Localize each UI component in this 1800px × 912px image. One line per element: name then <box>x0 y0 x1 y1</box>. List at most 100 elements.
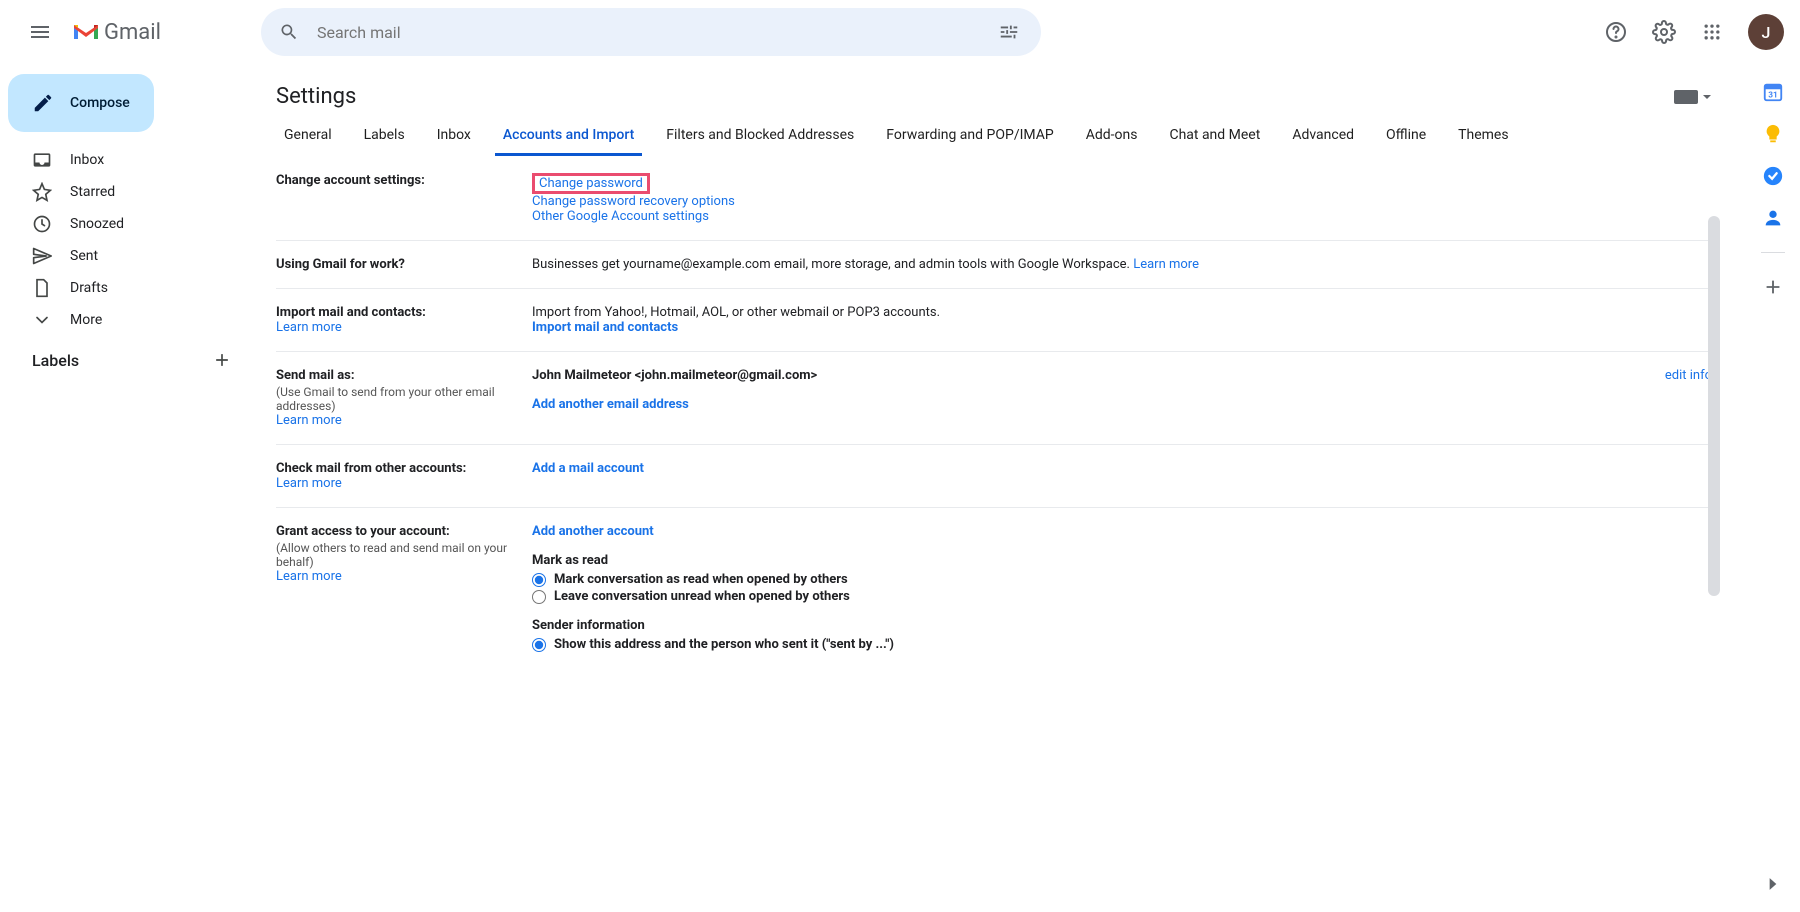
mark-read-radio-1[interactable] <box>532 573 546 587</box>
scrollbar-thumb[interactable] <box>1708 216 1720 596</box>
gmail-logo[interactable]: Gmail <box>72 20 161 45</box>
recovery-options-link[interactable]: Change password recovery options <box>532 194 735 209</box>
scrollbar-track[interactable] <box>1708 216 1720 912</box>
add-email-link[interactable]: Add another email address <box>532 397 689 412</box>
help-icon <box>1604 20 1628 44</box>
compose-button[interactable]: Compose <box>8 74 154 132</box>
section-label: Import mail and contacts: Learn more <box>276 305 532 335</box>
main-menu-button[interactable] <box>16 8 64 56</box>
sidebar-item-sent[interactable]: Sent <box>8 240 248 272</box>
tab-filters-and-blocked-addresses[interactable]: Filters and Blocked Addresses <box>658 117 862 156</box>
tab-inbox[interactable]: Inbox <box>429 117 479 156</box>
sidebar-item-label: More <box>70 312 102 328</box>
mark-read-opt2-label: Leave conversation unread when opened by… <box>554 589 850 604</box>
tab-add-ons[interactable]: Add-ons <box>1078 117 1146 156</box>
rail-separator <box>1761 252 1785 253</box>
edit-info-link[interactable]: edit info <box>1665 368 1712 383</box>
work-learn-more-link[interactable]: Learn more <box>1133 257 1199 272</box>
tab-forwarding-and-pop-imap[interactable]: Forwarding and POP/IMAP <box>878 117 1061 156</box>
account-avatar[interactable]: J <box>1748 14 1784 50</box>
section-label: Grant access to your account: (Allow oth… <box>276 524 532 654</box>
add-label-button[interactable] <box>212 350 232 370</box>
tune-icon <box>998 21 1020 43</box>
tab-themes[interactable]: Themes <box>1450 117 1516 156</box>
sidebar-item-label: Starred <box>70 184 115 200</box>
mark-read-radio-2[interactable] <box>532 590 546 604</box>
inbox-icon <box>32 150 52 170</box>
settings-header: Settings <box>256 66 1732 117</box>
sender-opt1-label: Show this address and the person who sen… <box>554 637 894 652</box>
import-action-link[interactable]: Import mail and contacts <box>532 320 678 335</box>
other-settings-link[interactable]: Other Google Account settings <box>532 209 709 224</box>
search-button[interactable] <box>269 12 309 52</box>
dropdown-arrow-icon <box>1702 92 1712 102</box>
send-as-identity: John Mailmeteor <john.mailmeteor@gmail.c… <box>532 368 817 383</box>
tasks-icon <box>1762 165 1784 187</box>
section-content: Change password Change password recovery… <box>532 173 1712 224</box>
tab-advanced[interactable]: Advanced <box>1284 117 1362 156</box>
settings-panel: Settings General Labels Inbox Accounts and … <box>256 66 1732 912</box>
tab-offline[interactable]: Offline <box>1378 117 1434 156</box>
sidebar-item-label: Sent <box>70 248 98 264</box>
section-content: Import from Yahoo!, Hotmail, AOL, or oth… <box>532 305 1712 335</box>
compose-label: Compose <box>70 95 130 111</box>
tab-accounts-and-import[interactable]: Accounts and Import <box>495 117 642 156</box>
tab-general[interactable]: General <box>276 117 340 156</box>
add-mail-account-link[interactable]: Add a mail account <box>532 461 644 476</box>
tasks-app-button[interactable] <box>1761 164 1785 188</box>
hide-panel-button[interactable] <box>1761 872 1785 896</box>
send-as-label: Send mail as: <box>276 368 532 383</box>
settings-button[interactable] <box>1644 12 1684 52</box>
sidebar-item-drafts[interactable]: Drafts <box>8 272 248 304</box>
section-change-account: Change account settings: Change password… <box>276 157 1712 241</box>
grant-label: Grant access to your account: <box>276 524 532 539</box>
import-learn-more-link[interactable]: Learn more <box>276 320 342 335</box>
mark-read-option-1[interactable]: Mark conversation as read when opened by… <box>532 572 1712 587</box>
clock-icon <box>32 214 52 234</box>
work-text: Businesses get yourname@example.com emai… <box>532 257 1133 272</box>
gmail-logo-icon <box>72 21 100 43</box>
header: Gmail J <box>0 0 1800 64</box>
contacts-app-button[interactable] <box>1761 206 1785 230</box>
tab-labels[interactable]: Labels <box>356 117 413 156</box>
import-text: Import from Yahoo!, Hotmail, AOL, or oth… <box>532 305 1712 320</box>
sidebar-item-label: Drafts <box>70 280 108 296</box>
add-app-button[interactable] <box>1761 275 1785 299</box>
highlight-box: Change password <box>532 173 650 194</box>
add-account-link[interactable]: Add another account <box>532 524 654 539</box>
sidebar-item-label: Snoozed <box>70 216 124 232</box>
sidebar-item-starred[interactable]: Starred <box>8 176 248 208</box>
apps-button[interactable] <box>1692 12 1732 52</box>
mark-read-title: Mark as read <box>532 553 1712 568</box>
sender-option-1[interactable]: Show this address and the person who sen… <box>532 637 1712 652</box>
plus-icon <box>212 350 232 370</box>
check-mail-learn-more-link[interactable]: Learn more <box>276 476 342 491</box>
change-password-link[interactable]: Change password <box>539 176 643 191</box>
keep-app-button[interactable] <box>1761 122 1785 146</box>
search-input[interactable] <box>309 23 989 42</box>
tab-chat-and-meet[interactable]: Chat and Meet <box>1161 117 1268 156</box>
grant-learn-more-link[interactable]: Learn more <box>276 569 342 584</box>
send-as-learn-more-link[interactable]: Learn more <box>276 413 342 428</box>
sidebar-item-more[interactable]: More <box>8 304 248 336</box>
search-options-button[interactable] <box>989 12 1029 52</box>
import-label: Import mail and contacts: <box>276 305 532 320</box>
settings-title: Settings <box>276 84 356 109</box>
labels-header-text: Labels <box>32 351 79 370</box>
check-mail-label: Check mail from other accounts: <box>276 461 532 476</box>
support-button[interactable] <box>1596 12 1636 52</box>
calendar-app-button[interactable]: 31 <box>1761 80 1785 104</box>
section-import: Import mail and contacts: Learn more Imp… <box>276 289 1712 352</box>
hamburger-icon <box>28 20 52 44</box>
search-bar <box>261 8 1041 56</box>
input-tools-button[interactable] <box>1674 90 1712 104</box>
chevron-right-icon <box>1763 874 1783 894</box>
sidebar-item-snoozed[interactable]: Snoozed <box>8 208 248 240</box>
section-check-mail: Check mail from other accounts: Learn mo… <box>276 445 1712 508</box>
mark-read-option-2[interactable]: Leave conversation unread when opened by… <box>532 589 1712 604</box>
gear-icon <box>1652 20 1676 44</box>
content: Settings General Labels Inbox Accounts and … <box>256 64 1744 912</box>
send-icon <box>32 246 52 266</box>
sidebar-item-inbox[interactable]: Inbox <box>8 144 248 176</box>
sender-radio-1[interactable] <box>532 638 546 652</box>
